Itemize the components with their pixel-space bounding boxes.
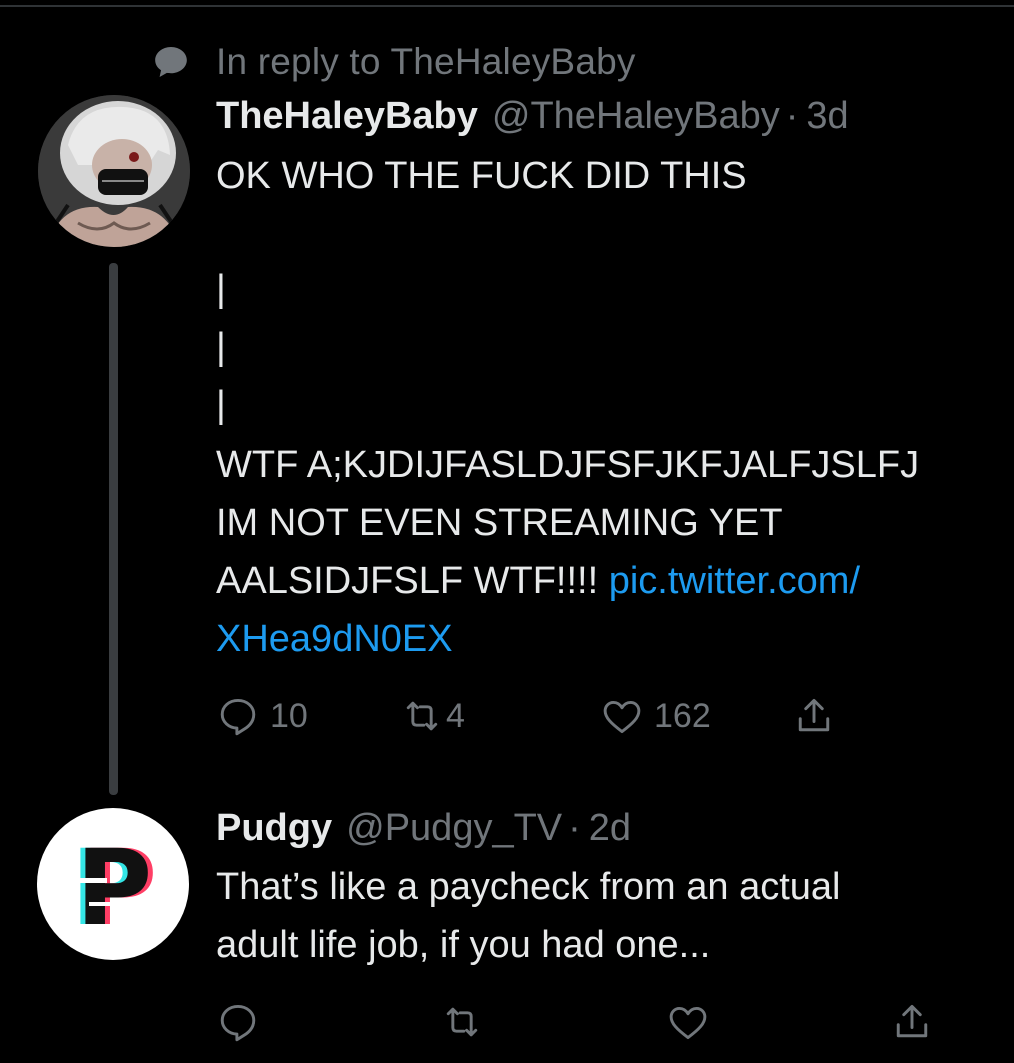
tweet1-reply-count: 10 xyxy=(270,696,308,735)
retweet-icon xyxy=(406,701,438,731)
reply-icon xyxy=(220,698,256,736)
svg-text:P: P xyxy=(76,827,152,949)
avatar-pudgy[interactable]: P P P xyxy=(37,808,189,960)
tweet1-line-with-link: AALSIDJFSLF WTF!!!! pic.twitter.com/ xyxy=(216,560,860,603)
thread-line xyxy=(109,263,118,795)
tweet2-timestamp[interactable]: 2d xyxy=(589,807,631,850)
tweet1-line: | xyxy=(216,268,226,310)
tweet2-share-button[interactable] xyxy=(890,1000,934,1044)
tweet1-like-count: 162 xyxy=(654,696,711,735)
heart-icon xyxy=(603,700,641,734)
avatar-thehaleybaby[interactable] xyxy=(38,95,190,247)
tweet1-reply-button[interactable]: 10 xyxy=(216,694,308,738)
reply-context-label: In reply to TheHaleyBaby xyxy=(216,41,636,82)
tweet1-timestamp[interactable]: 3d xyxy=(806,95,848,138)
pudgy-logo-icon: P P P xyxy=(71,827,157,949)
tweet1-line: | xyxy=(216,326,226,368)
tweet1-separator: · xyxy=(785,95,799,137)
tweet1-retweet-count: 4 xyxy=(446,696,465,735)
tweet1-line: | xyxy=(216,384,226,426)
avatar-image xyxy=(38,95,190,247)
reply-icon xyxy=(220,1004,256,1042)
share-icon xyxy=(896,1004,928,1038)
tweet1-author-handle[interactable]: @TheHaleyBaby xyxy=(492,95,780,138)
tweet2-separator: · xyxy=(568,807,581,849)
speech-bubble-icon xyxy=(155,46,187,78)
heart-icon xyxy=(669,1006,707,1040)
tweet2-like-button[interactable] xyxy=(666,1000,710,1044)
tweet2-reply-button[interactable] xyxy=(216,1000,260,1044)
tweet2-line: adult life job, if you had one... xyxy=(216,924,711,966)
top-divider xyxy=(0,5,1014,7)
tweet2-author-name[interactable]: Pudgy xyxy=(216,807,332,850)
tweet2-author-handle[interactable]: @Pudgy_TV xyxy=(346,807,562,850)
tweet1-retweet-button[interactable]: 4 xyxy=(400,694,465,738)
tweet1-like-button[interactable]: 162 xyxy=(600,694,711,738)
tweet1-media-link[interactable]: pic.twitter.com/ xyxy=(609,560,860,602)
tweet2-line: That’s like a paycheck from an actual xyxy=(216,866,841,908)
retweet-icon xyxy=(446,1007,478,1037)
share-icon xyxy=(798,698,830,732)
tweet1-media-link-cont[interactable]: XHea9dN0EX xyxy=(216,618,453,661)
tweet1-line: OK WHO THE FUCK DID THIS xyxy=(216,155,747,197)
tweet1-share-button[interactable] xyxy=(792,694,836,738)
tweet1-line: IM NOT EVEN STREAMING YET xyxy=(216,502,783,544)
tweet1-header: TheHaleyBaby @TheHaleyBaby · 3d xyxy=(216,95,849,138)
tweet1-author-name[interactable]: TheHaleyBaby xyxy=(216,95,478,138)
tweet2-header: Pudgy @Pudgy_TV · 2d xyxy=(216,807,631,850)
reply-context[interactable]: In reply to TheHaleyBaby xyxy=(152,38,636,86)
tweet1-line: WTF A;KJDIJFASLDJFSFJKFJALFJSLFJ xyxy=(216,444,920,486)
tweet1-last-text: AALSIDJFSLF WTF!!!! xyxy=(216,560,609,602)
tweet2-retweet-button[interactable] xyxy=(440,1000,484,1044)
